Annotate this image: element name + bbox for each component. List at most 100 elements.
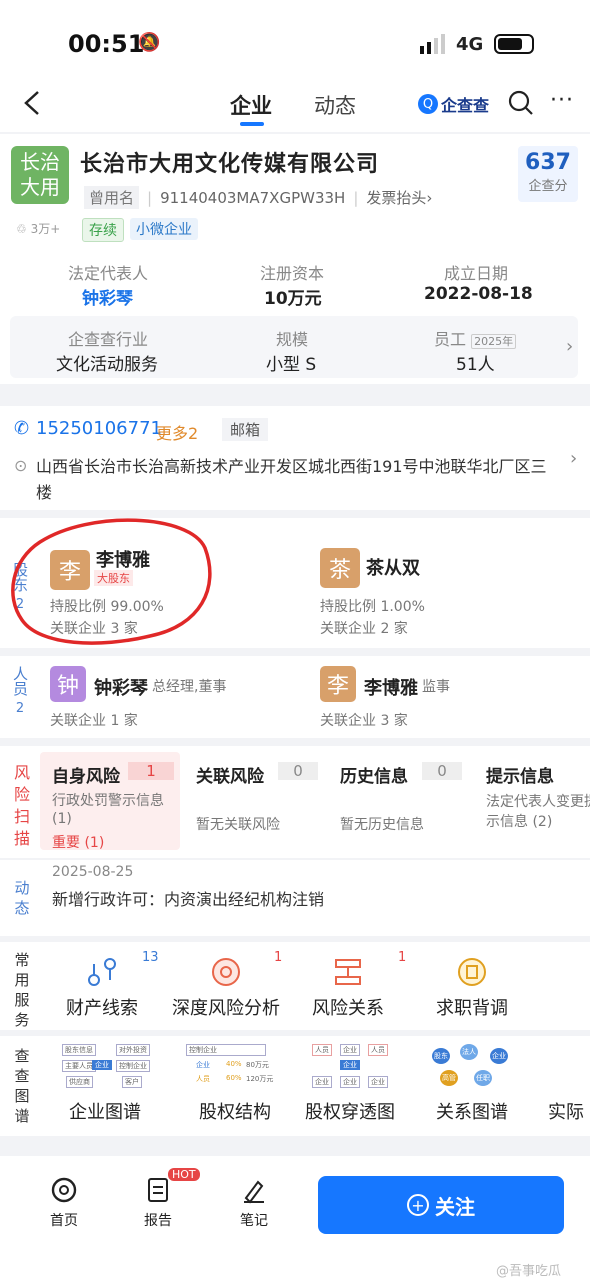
staff-item[interactable]: 钟 钟彩琴 总经理,董事 关联企业 1 家 [50, 666, 310, 736]
risk-important: 重要 (1) [52, 835, 105, 851]
staff-value: 51人 [456, 355, 495, 375]
hand-drawn-circle [11, 518, 212, 645]
risk-col-name: 提示信息 [486, 767, 554, 787]
nav-home[interactable]: 首页 [42, 1176, 86, 1230]
graph-label: 股权穿透图 [305, 1102, 395, 1123]
graph-label: 实际 [548, 1102, 584, 1123]
risk-col-name: 关联风险 [196, 767, 264, 787]
graph-relation[interactable]: 股东 法人 企业 高管 任职 关系图谱 [420, 1042, 524, 1132]
risk-relation-icon [335, 959, 361, 985]
avatar: 李 [320, 666, 356, 702]
plus-circle-icon: + [407, 1194, 429, 1216]
tab-company[interactable]: 企业 [230, 90, 272, 120]
news-title: 动态 [14, 879, 30, 917]
news-text: 新增行政许可：内资演出经纪机构注销 [52, 890, 325, 909]
service-risk-relation[interactable]: 风险关系 [292, 952, 404, 1020]
tab-active-indicator [240, 122, 264, 126]
news-card[interactable]: 动态 2025-08-25 新增行政许可：内资演出经纪机构注销 [0, 860, 590, 936]
invoice-link[interactable]: 发票抬头› [366, 187, 432, 208]
phone-number[interactable]: 15250106771 [36, 418, 162, 439]
graph-enterprise[interactable]: 股东信息 对外投资 主要人员 企业 控制企业 供应商 客户 企业图谱 [46, 1042, 164, 1132]
tab-news[interactable]: 动态 [314, 90, 356, 120]
service-deep-risk[interactable]: 深度风险分析 [168, 952, 284, 1020]
risk-col-self[interactable]: 自身风险 1 行政处罚警示信息 (1) 重要 (1) [40, 752, 180, 851]
graph-label: 股权结构 [199, 1102, 271, 1123]
risk-count: 0 [278, 762, 318, 780]
company-name: 长治市大用文化传媒有限公司 [80, 152, 380, 177]
risk-desc: 暂无历史信息 [340, 817, 424, 833]
search-icon[interactable] [508, 90, 534, 116]
job-check-icon [458, 958, 486, 986]
graph-penetration[interactable]: 人员 企业 人员 企业 企业 企业 企业 股权穿透图 [298, 1042, 402, 1132]
score-label: 企查分 [528, 179, 568, 194]
status-time: 00:51 [68, 30, 145, 58]
pen-icon [244, 1180, 264, 1204]
company-logo: 长治 大用 [11, 146, 69, 204]
risk-col-history[interactable]: 历史信息 0 暂无历史信息 [330, 752, 468, 850]
likes-count[interactable]: ♲ 3万+ [16, 220, 60, 237]
battery-icon [494, 34, 534, 54]
email-button[interactable]: 邮箱 [222, 418, 269, 441]
brand-name: 企查查 [441, 96, 490, 115]
graphs-card: 查查图谱 股东信息 对外投资 主要人员 企业 控制企业 供应商 客户 企业图谱 … [0, 1036, 590, 1136]
service-job-check[interactable]: 求职背调 [416, 952, 528, 1020]
shareholder-ratio: 持股比例 1.00% [320, 599, 425, 615]
risk-title: 风险扫描 [13, 763, 30, 848]
score-box[interactable]: 637 企查分 [518, 146, 578, 202]
more-icon[interactable]: ··· [550, 88, 574, 113]
status-bar: 00:51 🔕 4G [0, 0, 590, 80]
risk-col-related[interactable]: 关联风险 0 暂无关联风险 [186, 752, 324, 850]
home-icon [51, 1177, 77, 1203]
service-badge: 1 [398, 950, 407, 965]
shareholder-name: 茶从双 [366, 558, 420, 579]
risk-count: 1 [128, 762, 174, 780]
staff-role: 总经理,董事 [152, 679, 227, 695]
industry-box[interactable]: 企查查行业 文化活动服务 规模 小型 S 员工 2025年 51人 › [10, 316, 578, 378]
risk-col-name: 历史信息 [340, 767, 408, 787]
brand-icon: Q [418, 94, 438, 114]
more-phones-link[interactable]: 更多2 [156, 420, 198, 444]
staff-related: 关联企业 3 家 [320, 713, 408, 729]
news-date: 2025-08-25 [52, 864, 134, 880]
shareholders-card: 股东 2 李 李博雅 大股东 持股比例 99.00% 关联企业 3 家 茶 茶从双… [0, 518, 590, 648]
staff-related: 关联企业 1 家 [50, 713, 138, 729]
shareholder-related: 关联企业 2 家 [320, 621, 408, 637]
phone-icon: ✆ [14, 418, 30, 439]
service-badge: 1 [274, 950, 283, 965]
hot-badge: HOT [168, 1168, 200, 1181]
deep-risk-icon [212, 958, 240, 986]
graph-thumbnail [540, 1042, 590, 1090]
services-card: 常用服务 财产线索 13 深度风险分析 1 风险关系 1 求职背调 [0, 942, 590, 1030]
nav-notes[interactable]: 笔记 [232, 1176, 276, 1230]
risk-count: 0 [422, 762, 462, 780]
scale-value: 小型 S [266, 355, 317, 375]
risk-desc: 暂无关联风险 [196, 817, 280, 833]
legal-rep-value[interactable]: 钟彩琴 [82, 284, 133, 309]
risk-col-hint[interactable]: 提示信息 法定代表人变更提示信息 (2) [476, 752, 590, 850]
follow-button[interactable]: + 关注 [318, 1176, 564, 1234]
graph-thumbnail: 股东 法人 企业 高管 任职 [420, 1042, 524, 1090]
staff-card: 人员 2 钟 钟彩琴 总经理,董事 关联企业 1 家 李 李博雅 监事 关联企业 … [0, 656, 590, 738]
credit-code[interactable]: 91140403MA7XGPW33H [160, 189, 345, 207]
address-text[interactable]: 山西省长治市长治高新技术产业开发区城北西街191号中池联华北厂区三楼 [36, 454, 556, 506]
graph-equity[interactable]: 控制企业 企业 40% 80万元 人员 60% 120万元 股权结构 [176, 1042, 294, 1132]
staff-label: 员工 2025年 [434, 326, 517, 350]
back-icon[interactable] [22, 90, 44, 116]
graph-actual[interactable]: 实际 [540, 1042, 590, 1132]
chevron-right-icon: › [570, 448, 578, 469]
bottom-bar: 首页 报告 HOT 笔记 + 关注 @吾事吃瓜 [0, 1156, 590, 1280]
staff-item[interactable]: 李 李博雅 监事 关联企业 3 家 [320, 666, 580, 736]
shareholder-item[interactable]: 茶 茶从双 持股比例 1.00% 关联企业 2 家 [320, 546, 580, 638]
status-badge: 存续 [82, 218, 124, 242]
company-card: 长治 大用 长治市大用文化传媒有限公司 曾用名 | 91140403MA7XGPW… [0, 134, 590, 384]
avatar: 钟 [50, 666, 86, 702]
location-icon: ⊙ [14, 456, 28, 475]
staff-role: 监事 [422, 679, 450, 695]
contact-card: ✆ 15250106771 更多2 邮箱 ⊙ 山西省长治市长治高新技术产业开发区… [0, 406, 590, 510]
top-nav: 企业 动态 Q 企查查 ··· [0, 80, 590, 132]
property-clue-icon [88, 958, 116, 986]
nav-report[interactable]: 报告 [136, 1176, 180, 1230]
founded-label: 成立日期 [444, 264, 509, 283]
watermark: @吾事吃瓜 [496, 1264, 562, 1279]
alias-tag[interactable]: 曾用名 [84, 186, 140, 209]
